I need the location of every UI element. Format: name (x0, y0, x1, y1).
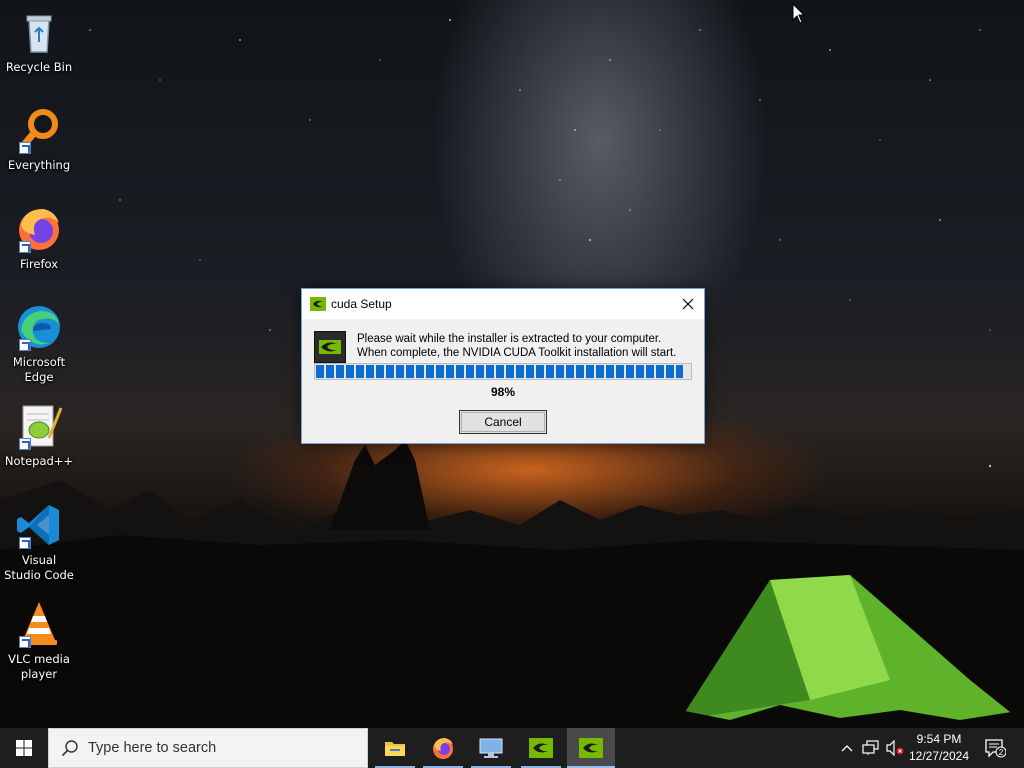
desktop-icon-label: Everything (7, 158, 71, 172)
taskbar-clock[interactable]: 9:54 PM 12/27/2024 (906, 731, 972, 765)
desktop-icon-label: Visual Studio Code (4, 553, 74, 582)
nvidia-icon (319, 340, 341, 354)
notepadpp-icon (15, 402, 63, 450)
taskbar-app-file-explorer[interactable] (371, 728, 419, 768)
action-center-button[interactable]: 2 (980, 728, 1010, 768)
dialog-message: Please wait while the installer is extra… (357, 332, 707, 360)
clock-date: 12/27/2024 (908, 749, 970, 763)
vscode-icon (15, 501, 63, 549)
vlc-icon (15, 600, 63, 648)
recycle-bin-icon (15, 8, 63, 56)
tray-overflow-button[interactable] (838, 728, 856, 768)
notification-count: 2 (999, 748, 1004, 757)
shortcut-arrow-icon (19, 438, 31, 450)
progress-bar (314, 363, 692, 380)
progress-fill (316, 365, 683, 378)
nvidia-icon (529, 738, 553, 758)
desktop-icon-vscode[interactable]: Visual Studio Code (2, 501, 76, 583)
taskbar-app-firefox[interactable] (419, 728, 467, 768)
desktop-icon-label: Recycle Bin (5, 60, 73, 74)
taskbar-app-remote-desktop[interactable] (467, 728, 515, 768)
shortcut-arrow-icon (19, 339, 31, 351)
taskbar: 9:54 PM 12/27/2024 2 (0, 728, 1024, 768)
start-button[interactable] (0, 728, 48, 768)
tray-volume-button[interactable] (884, 728, 906, 768)
cancel-button[interactable]: Cancel (459, 410, 547, 434)
message-line-2: When complete, the NVIDIA CUDA Toolkit i… (357, 347, 677, 359)
message-line-1: Please wait while the installer is extra… (357, 333, 662, 345)
close-icon (682, 298, 694, 310)
edge-icon (15, 303, 63, 351)
cuda-setup-dialog: cuda Setup Please wait while the install… (301, 288, 705, 444)
desktop-icon-edge[interactable]: Microsoft Edge (2, 303, 76, 385)
desktop-icon-label: Microsoft Edge (12, 355, 66, 384)
taskbar-search-box[interactable] (48, 728, 368, 768)
chevron-up-icon (841, 745, 853, 752)
dialog-titlebar[interactable]: cuda Setup (302, 289, 704, 319)
notification-icon: 2 (985, 739, 1006, 758)
everything-search-icon (15, 106, 63, 154)
network-icon (862, 740, 879, 755)
tent-illustration (640, 575, 1024, 728)
desktop-icon-vlc[interactable]: VLC media player (2, 600, 76, 682)
nvidia-icon (579, 738, 603, 758)
close-button[interactable] (672, 289, 704, 319)
desktop-icon-notepadpp[interactable]: Notepad++ (2, 402, 76, 469)
windows-logo-icon (16, 740, 32, 756)
desktop-icon-recycle-bin[interactable]: Recycle Bin (2, 8, 76, 75)
desktop-icon-label: VLC media player (8, 652, 70, 681)
tray-network-button[interactable] (860, 728, 882, 768)
taskbar-app-nvidia[interactable] (517, 728, 565, 768)
desktop-icon-firefox[interactable]: Firefox (2, 205, 76, 272)
monitor-icon (479, 738, 503, 758)
desktop-icon-label: Firefox (19, 257, 59, 271)
desktop-icon-everything[interactable]: Everything (2, 106, 76, 173)
folder-icon (385, 742, 405, 756)
search-icon (61, 740, 78, 757)
shortcut-arrow-icon (19, 241, 31, 253)
volume-muted-icon (886, 740, 904, 756)
shortcut-arrow-icon (19, 142, 31, 154)
shortcut-arrow-icon (19, 537, 31, 549)
shortcut-arrow-icon (19, 636, 31, 648)
progress-percent: 98% (490, 385, 516, 399)
desktop-icon-label: Notepad++ (4, 454, 74, 468)
taskbar-app-cuda-setup[interactable] (567, 728, 615, 768)
nvidia-logo (314, 331, 346, 363)
mouse-cursor-icon (792, 3, 806, 24)
firefox-icon (15, 205, 63, 253)
clock-time: 9:54 PM (916, 732, 962, 746)
firefox-icon (433, 738, 453, 759)
search-input[interactable] (88, 740, 358, 756)
nvidia-icon (310, 297, 326, 311)
dialog-title: cuda Setup (331, 297, 392, 311)
